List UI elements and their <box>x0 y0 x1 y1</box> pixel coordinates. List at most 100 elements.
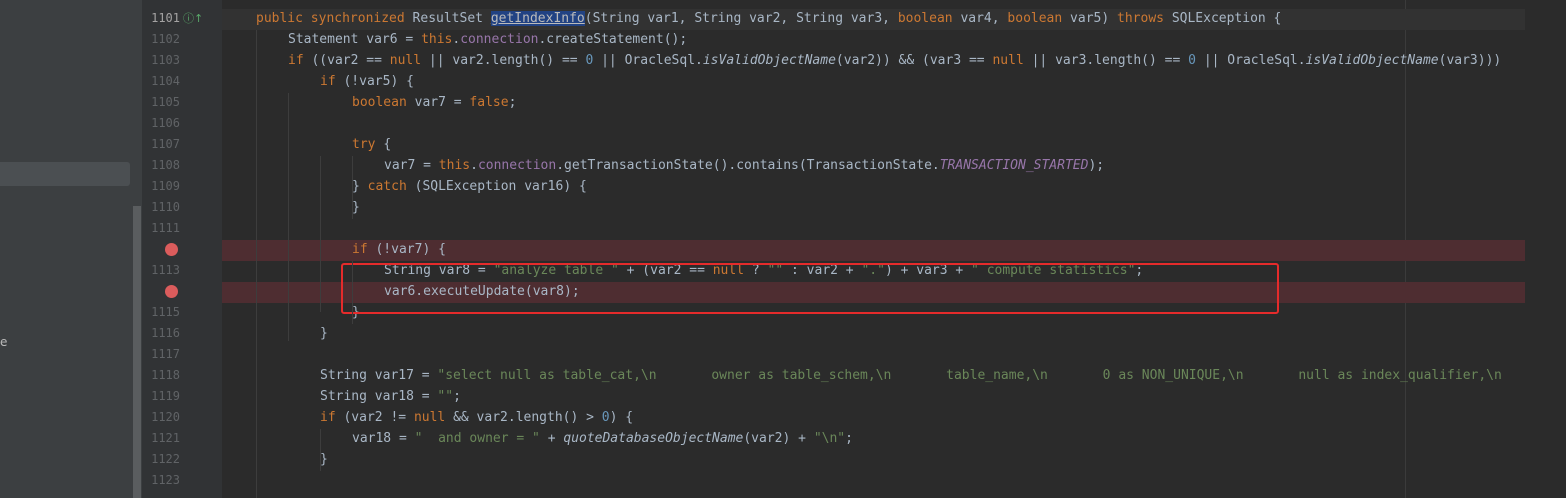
code-token: || var3.length() == <box>1031 53 1189 68</box>
code-token: "\n" <box>813 431 846 446</box>
code-token: false <box>469 95 509 110</box>
line-number: 1119 <box>151 389 180 403</box>
code-token: quoteDatabaseObjectName <box>563 431 744 446</box>
code-text: public synchronized ResultSet getIndexIn… <box>256 11 1281 26</box>
code-line[interactable]: 1105 boolean var7 = false; <box>0 93 1566 114</box>
code-line[interactable]: 1117 <box>0 345 1566 366</box>
code-text: } <box>320 326 328 341</box>
code-line[interactable]: 1109 } catch (SQLException var16) { <box>0 177 1566 198</box>
code-token: ; <box>845 431 853 446</box>
code-token: TRANSACTION_STARTED <box>939 158 1089 173</box>
line-number: 1111 <box>151 221 180 235</box>
code-token: } <box>352 200 360 215</box>
code-line[interactable]: 1102 Statement var6 = this.connection.cre… <box>0 30 1566 51</box>
code-line[interactable]: 1106 <box>0 114 1566 135</box>
code-line[interactable]: 1110} <box>0 198 1566 219</box>
code-line[interactable]: 1122} <box>0 450 1566 471</box>
code-line[interactable]: 1107 try { <box>0 135 1566 156</box>
code-token: if <box>320 410 344 425</box>
code-text: try { <box>352 137 391 152</box>
code-token: var5) <box>1070 11 1118 26</box>
line-number: 1123 <box>151 473 180 487</box>
code-token: || OracleSql. <box>1203 53 1306 68</box>
line-number: 1106 <box>151 116 180 130</box>
code-text: String var17 = "select null as table_cat… <box>320 368 1502 383</box>
line-number: 1115 <box>151 305 180 319</box>
code-token: 0 <box>1188 53 1204 68</box>
code-line[interactable]: 1103 if ((var2 == null || var2.length() =… <box>0 51 1566 72</box>
code-line[interactable]: if (!var7) { <box>0 240 1566 261</box>
code-token: var7 = <box>414 95 470 110</box>
code-token: var18 = <box>352 431 415 446</box>
code-token: ; <box>508 95 517 110</box>
code-line[interactable]: 1116} <box>0 324 1566 345</box>
code-token: null <box>389 53 429 68</box>
code-text: Statement var6 = this.connection.createS… <box>288 32 687 47</box>
code-token: && var2.length() > <box>453 410 602 425</box>
code-token: connection <box>477 158 557 173</box>
code-token: || OracleSql. <box>601 53 703 68</box>
code-line[interactable]: 1123 <box>0 471 1566 492</box>
overrides-method-icon[interactable]: ⓘ↑ <box>183 10 203 26</box>
code-line[interactable]: 1104 if (!var5) { <box>0 72 1566 93</box>
code-token: throws <box>1117 11 1172 26</box>
line-number: 1120 <box>151 410 180 424</box>
code-token: connection <box>460 32 539 47</box>
code-token: try <box>352 137 384 152</box>
code-token: 0 <box>585 53 602 68</box>
breakpoint-icon[interactable] <box>165 243 178 256</box>
code-line[interactable]: 1111 <box>0 219 1566 240</box>
code-token: String var18 = <box>320 389 438 404</box>
code-token: boolean <box>897 11 961 26</box>
breakpoint-icon[interactable] <box>165 285 178 298</box>
code-text: boolean var7 = false; <box>352 95 516 110</box>
code-token: ResultSet <box>412 11 491 26</box>
code-token: (var2 != <box>343 410 414 425</box>
code-token: ) { <box>609 410 634 425</box>
code-token: + <box>547 431 564 446</box>
code-token: this <box>421 32 453 47</box>
code-token: "" <box>437 389 454 404</box>
highlight-annotation-box <box>341 263 1279 314</box>
code-token: if <box>320 74 344 89</box>
code-token: ); <box>1088 158 1105 173</box>
indent-guide <box>320 429 321 471</box>
code-token: . <box>470 158 478 173</box>
line-number: 1117 <box>151 347 180 361</box>
code-text: } <box>320 452 328 467</box>
code-token: var7 = <box>384 158 439 173</box>
code-token: catch <box>367 179 415 194</box>
code-token: isValidObjectName <box>1305 53 1439 68</box>
line-number: 1109 <box>151 179 180 193</box>
line-number: 1104 <box>151 74 180 88</box>
indent-guide <box>288 93 289 341</box>
ide-window: e 1101 ⓘ↑ public synchronized ResultSet ge… <box>0 0 1566 498</box>
code-line[interactable]: 1108 var7 = this.connection.getTransactio… <box>0 156 1566 177</box>
code-line[interactable]: 1121 var18 = " and owner = " + quoteDatab… <box>0 429 1566 450</box>
code-token: boolean <box>1007 11 1071 26</box>
code-token: this <box>438 158 471 173</box>
code-token: if <box>352 242 376 257</box>
code-token: var4, <box>960 11 1008 26</box>
code-line[interactable]: 1118 String var17 = "select null as table… <box>0 366 1566 387</box>
code-token: || var2.length() == <box>428 53 586 68</box>
code-line[interactable]: 1101 ⓘ↑ public synchronized ResultSet getI… <box>0 9 1566 30</box>
code-token: public synchronized <box>256 11 413 26</box>
line-number: 1113 <box>151 263 180 277</box>
code-text: if (!var7) { <box>352 242 446 257</box>
code-token: boolean <box>352 95 415 110</box>
indent-guide <box>320 156 321 312</box>
code-line[interactable]: 1119 String var18 = ""; <box>0 387 1566 408</box>
line-number: 1108 <box>151 158 180 172</box>
code-line[interactable]: 1120 if (var2 != null && var2.length() > … <box>0 408 1566 429</box>
code-text: } <box>352 200 360 215</box>
code-token: isValidObjectName <box>702 53 836 68</box>
code-text: var7 = this.connection.getTransactionSta… <box>384 158 1104 173</box>
indent-guide <box>352 156 353 219</box>
method-name-highlight: getIndexInfo <box>490 11 585 26</box>
code-text: } catch (SQLException var16) { <box>352 179 587 194</box>
line-number: 1102 <box>151 32 180 46</box>
code-token: ((var2 == <box>311 53 390 68</box>
code-token: (String var1, String var2, String var3, <box>584 11 898 26</box>
line-number: 1103 <box>151 53 180 67</box>
